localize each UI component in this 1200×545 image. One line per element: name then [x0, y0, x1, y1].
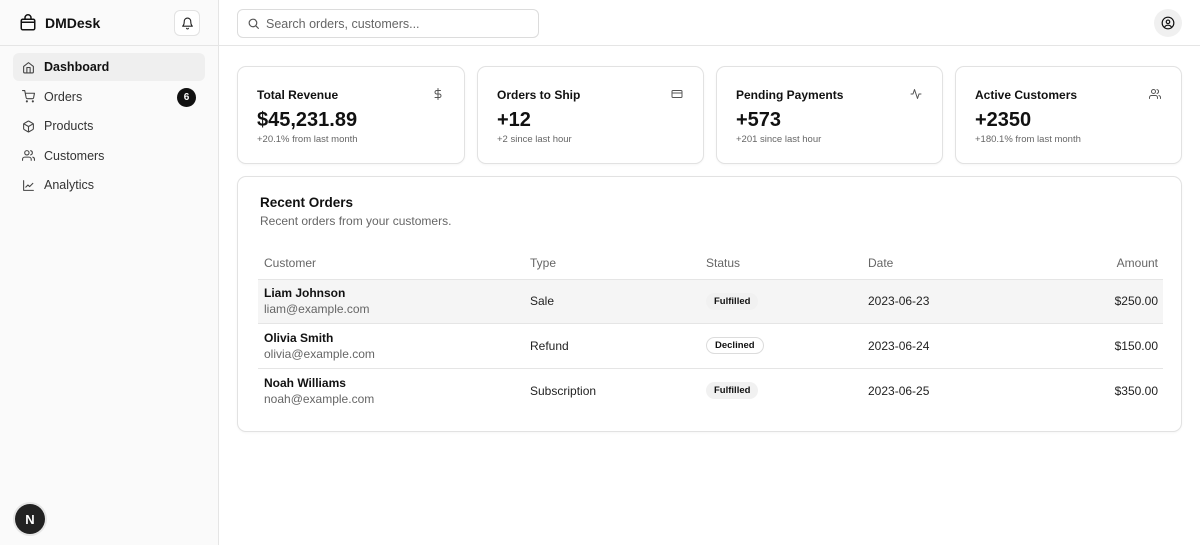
sidebar-item-products[interactable]: Products [13, 112, 205, 140]
credit-card-icon [671, 88, 683, 100]
card-title: Total Revenue [257, 88, 339, 102]
status-cell: Declined [706, 323, 868, 369]
card-title: Active Customers [975, 88, 1078, 102]
customer-email: noah@example.com [264, 391, 375, 406]
recent-orders-title: Recent Orders [260, 195, 354, 210]
sidebar-item-analytics[interactable]: Analytics [13, 171, 205, 199]
stat-card-total-revenue: Total Revenue $45,231.89 +20.1% from las… [237, 66, 465, 164]
card-subtext: +20.1% from last month [257, 134, 358, 145]
search-box[interactable] [237, 9, 539, 38]
recent-orders-description: Recent orders from your customers. [260, 214, 452, 228]
column-header-date: Date [868, 247, 998, 280]
card-value: +2350 [975, 109, 1032, 131]
sidebar-item-label: Analytics [44, 178, 95, 192]
home-icon [22, 61, 35, 74]
status-badge: Fulfilled [706, 292, 759, 310]
card-title: Orders to Ship [497, 88, 581, 102]
table-row[interactable]: Liam Johnson liam@example.com Sale Fulfi… [258, 279, 1163, 324]
orders-table: Customer Type Status Date Amount Liam Jo… [258, 247, 1163, 413]
status-cell: Fulfilled [706, 279, 868, 324]
status-cell: Fulfilled [706, 368, 868, 413]
sidebar-item-customers[interactable]: Customers [13, 142, 205, 170]
card-subtext: +201 since last hour [736, 134, 822, 145]
order-date: 2023-06-23 [868, 279, 998, 324]
sidebar-item-dashboard[interactable]: Dashboard [13, 53, 205, 81]
account-button[interactable] [1154, 9, 1182, 37]
orders-count-badge: 6 [177, 87, 196, 107]
users-icon [22, 149, 35, 162]
status-badge: Declined [706, 337, 764, 355]
notifications-button[interactable] [174, 10, 200, 36]
order-type: Subscription [530, 383, 597, 398]
order-amount: $150.00 [998, 323, 1163, 369]
sidebar-item-label: Products [44, 119, 94, 133]
card-title: Pending Payments [736, 88, 844, 102]
card-value: $45,231.89 [257, 109, 358, 131]
sidebar-item-orders[interactable]: Orders 6 [13, 83, 205, 111]
sidebar: DMDesk Dashboard Orders 6 Products Custo… [0, 0, 219, 545]
customer-name: Noah Williams [264, 375, 346, 390]
sidebar-item-label: Customers [44, 148, 105, 163]
column-header-type: Type [530, 247, 706, 280]
card-subtext: +180.1% from last month [975, 134, 1081, 145]
search-icon [247, 17, 260, 30]
table-row[interactable]: Olivia Smith olivia@example.com Refund D… [258, 323, 1163, 369]
column-header-customer: Customer [258, 247, 530, 280]
user-avatar[interactable]: N [15, 504, 45, 534]
dollar-icon [432, 88, 444, 100]
customer-cell: Liam Johnson liam@example.com [258, 279, 530, 324]
customer-email: liam@example.com [264, 302, 370, 317]
recent-orders-card: Recent Orders Recent orders from your cu… [237, 176, 1182, 432]
order-type: Refund [530, 323, 706, 369]
package-icon [22, 120, 35, 133]
users-icon [1149, 88, 1161, 100]
card-value: +12 [497, 109, 531, 131]
bell-icon [181, 17, 194, 30]
customer-name: Liam Johnson [264, 286, 346, 301]
order-type: Sale [530, 279, 706, 324]
store-icon [19, 13, 37, 32]
customer-cell: Noah Williams noah@example.com [258, 368, 530, 413]
card-value: +573 [736, 109, 782, 131]
cart-icon [22, 90, 35, 103]
brand-name: DMDesk [45, 14, 101, 31]
topbar [219, 0, 1200, 46]
sidebar-item-label: Orders [44, 89, 83, 104]
search-input[interactable] [266, 16, 536, 31]
card-subtext: +2 since last hour [497, 134, 572, 145]
activity-icon [910, 88, 922, 100]
stat-card-pending-payments: Pending Payments +573 +201 since last ho… [716, 66, 943, 164]
column-header-status: Status [706, 247, 868, 280]
user-circle-icon [1161, 16, 1175, 30]
column-header-amount: Amount [998, 247, 1163, 280]
table-header-row: Customer Type Status Date Amount [258, 247, 1163, 280]
stat-card-orders-to-ship: Orders to Ship +12 +2 since last hour [477, 66, 704, 164]
order-amount: $250.00 [998, 279, 1163, 324]
sidebar-nav: Dashboard Orders 6 Products Customers An… [0, 46, 218, 208]
order-date: 2023-06-24 [868, 323, 998, 369]
table-row[interactable]: Noah Williams noah@example.com Subscript… [258, 368, 1163, 413]
stat-card-active-customers: Active Customers +2350 +180.1% from last… [955, 66, 1182, 164]
customer-name: Olivia Smith [264, 330, 334, 345]
status-badge: Fulfilled [706, 382, 759, 399]
order-amount: $350.00 [1114, 383, 1158, 398]
sidebar-item-label: Dashboard [44, 60, 110, 74]
line-chart-icon [22, 179, 35, 192]
order-date: 2023-06-25 [868, 383, 930, 398]
customer-cell: Olivia Smith olivia@example.com [258, 323, 530, 369]
customer-email: olivia@example.com [264, 346, 375, 361]
